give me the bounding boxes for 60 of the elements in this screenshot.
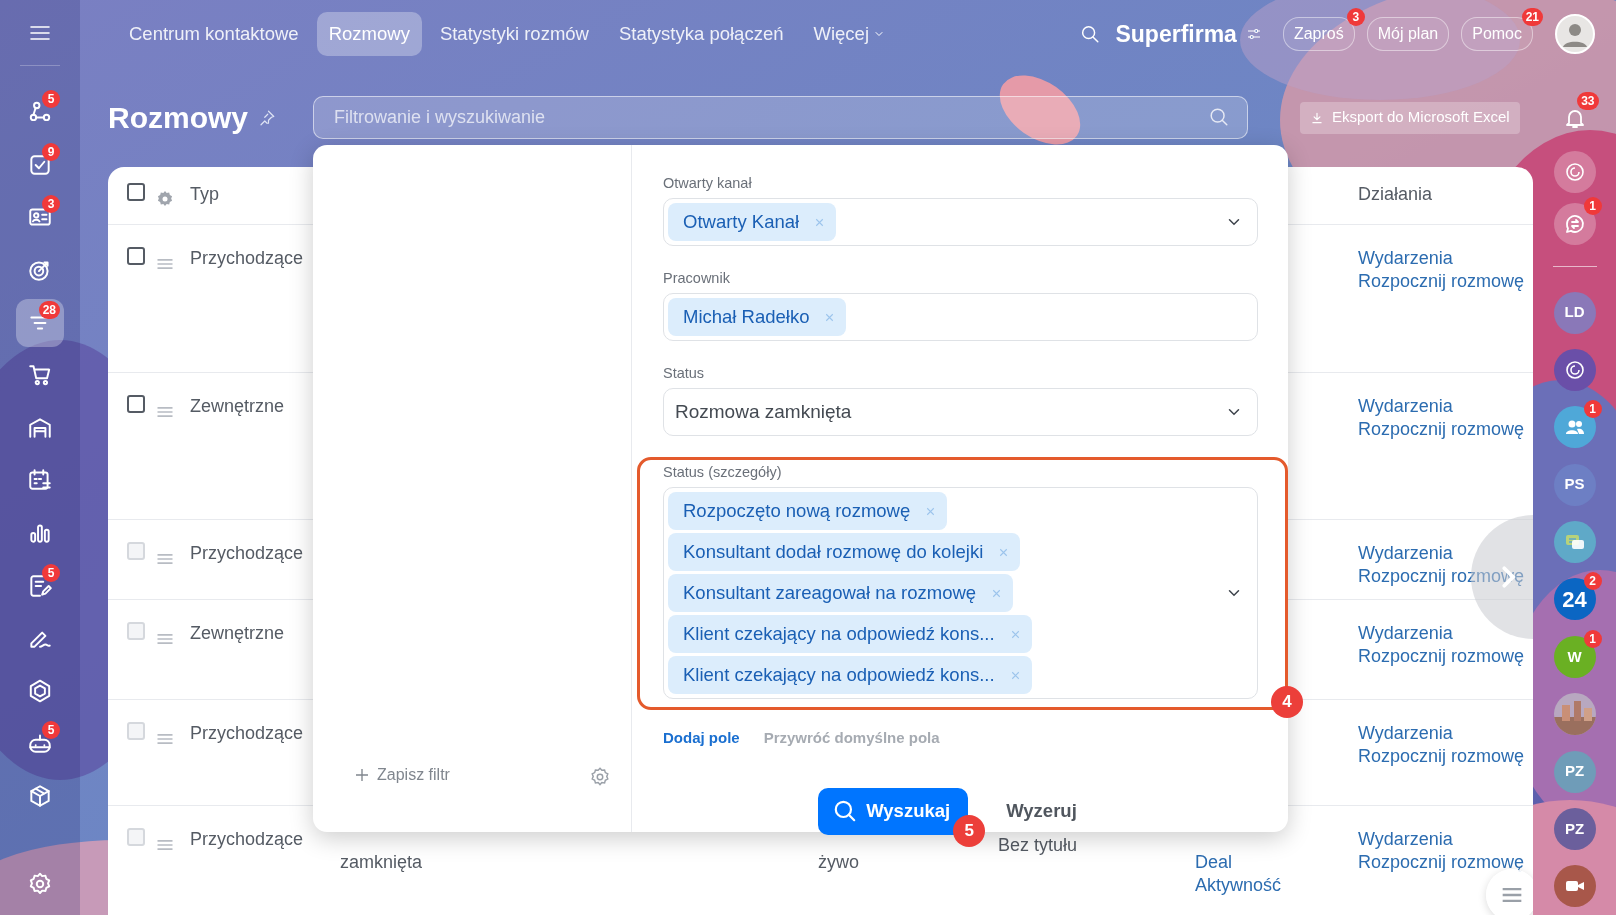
checkbox[interactable] <box>127 183 145 201</box>
table-cell-text: Przychodzące <box>190 247 305 270</box>
user-avatar[interactable] <box>1554 13 1595 54</box>
field-label: Status <box>663 364 706 383</box>
table-cell-text: żywo <box>818 851 860 874</box>
tag-field[interactable]: Otwarty Kanał <box>663 198 1258 246</box>
settings-icon[interactable] <box>589 766 611 788</box>
save-filter-button[interactable]: Zapisz filtr <box>347 762 456 788</box>
nav-tab[interactable]: Centrum kontaktowe <box>117 12 311 56</box>
field-label: Status (szczegóły) <box>663 463 783 482</box>
hexagon-icon <box>27 677 53 704</box>
link[interactable]: Wydarzenia <box>1358 247 1533 270</box>
link[interactable]: Rozpocznij rozmowę <box>1358 418 1533 441</box>
cube-icon <box>27 783 53 809</box>
sidebar-item[interactable]: 9 <box>16 140 64 189</box>
sidebar-item[interactable]: 5 <box>16 719 64 768</box>
table-cell-text: Przychodzące <box>190 722 305 745</box>
table-cell-text: Przychodzące <box>190 542 305 565</box>
select-field[interactable]: Rozmowa zamknięta <box>663 388 1258 436</box>
column-header: Działania <box>1358 183 1434 206</box>
tag-field[interactable]: Michał Radełko <box>663 293 1258 341</box>
download-icon <box>1310 110 1324 125</box>
field-label: Otwarty kanał <box>663 174 753 193</box>
nav-tab[interactable]: Statystyki rozmów <box>427 12 601 56</box>
settings-icon[interactable] <box>27 871 53 897</box>
tag-chip: Konsultant dodał rozmowę do kolejki <box>668 533 1021 571</box>
tag-chip: Michał Radełko <box>668 298 847 336</box>
checkbox[interactable] <box>127 247 145 265</box>
plus-icon <box>353 766 371 784</box>
app-button[interactable] <box>1553 202 1596 245</box>
nav-tab[interactable]: Statystyka połączeń <box>606 12 796 56</box>
sidebar-item[interactable]: 5 <box>16 561 64 610</box>
table-cell-text: Przychodzące <box>190 828 305 851</box>
tag-chip: Rozpoczęto nową rozmowę <box>668 492 948 530</box>
link[interactable]: Wydarzenia <box>1358 395 1533 418</box>
reset-button[interactable]: Wyzeruj <box>1000 796 1083 826</box>
app-button[interactable] <box>1553 150 1596 193</box>
tag-chip: Klient czekający na odpowiedź kons... <box>668 656 1032 694</box>
company-name: Superfirma <box>1115 19 1237 49</box>
table-cell-text: Bez tytułu <box>998 834 1079 857</box>
field-label: Pracownik <box>663 269 731 288</box>
sidebar-item[interactable]: 5 <box>16 88 64 137</box>
table-cell-text: Zewnętrzne <box>190 395 286 418</box>
pin-icon[interactable] <box>258 108 276 127</box>
column-header: Typ <box>190 183 220 206</box>
tag-chip: Klient czekający na odpowiedź kons... <box>668 615 1032 653</box>
step-badge: 4 <box>1271 686 1303 718</box>
table-cell-text: Zewnętrzne <box>190 622 286 645</box>
add-field-link[interactable]: Dodaj pole <box>663 727 740 750</box>
sidebar-item[interactable]: 28 <box>16 298 64 347</box>
nav-tab[interactable]: Więcej <box>801 12 897 56</box>
table-cell-text: zamknięta <box>340 851 424 874</box>
checkbox[interactable] <box>127 395 145 413</box>
tag-chip: Otwarty Kanał <box>668 203 837 241</box>
tag-chip: Konsultant zareagował na rozmowę <box>668 574 1014 612</box>
sidebar-item[interactable]: 3 <box>16 193 64 242</box>
page-title: Rozmowy <box>108 100 248 136</box>
search-field[interactable]: Filtrowanie i wyszukiwanie <box>313 96 1248 139</box>
search-icon <box>1208 106 1230 128</box>
link[interactable]: Rozpocznij rozmowę <box>1358 270 1533 293</box>
